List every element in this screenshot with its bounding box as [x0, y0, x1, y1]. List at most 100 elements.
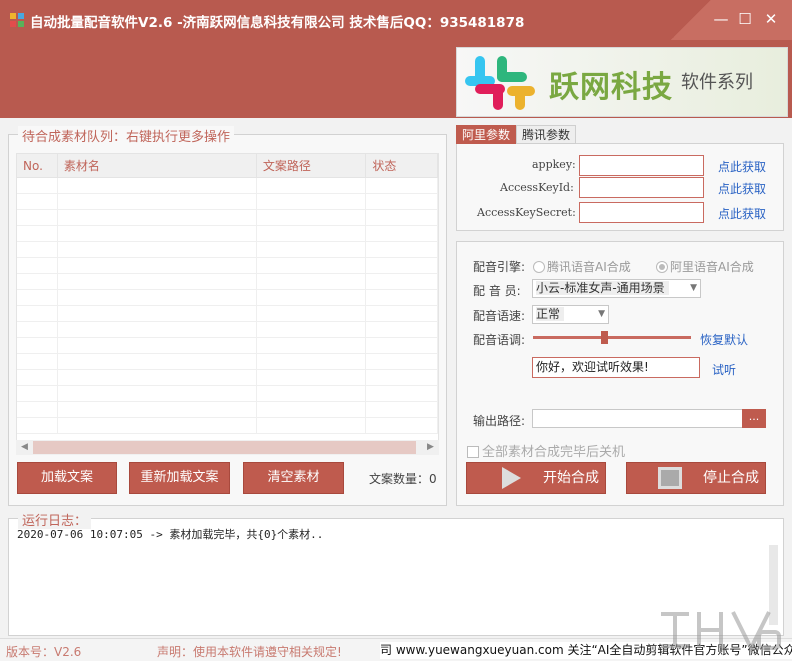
table-row[interactable] [17, 290, 438, 306]
speed-label: 配音语速: [473, 309, 526, 323]
table-row[interactable] [17, 258, 438, 274]
engine-option-tencent: 腾讯语音AI合成 [547, 260, 631, 274]
table-cell [17, 210, 58, 225]
access-key-secret-input[interactable] [579, 202, 704, 223]
table-cell [17, 226, 58, 241]
output-path-label: 输出路径: [473, 414, 526, 428]
table-cell [17, 354, 58, 369]
table-row[interactable] [17, 354, 438, 370]
browse-button[interactable]: ... [742, 409, 766, 428]
column-header-no[interactable]: No. [17, 154, 58, 177]
table-cell [257, 274, 367, 289]
table-cell [257, 370, 367, 385]
scroll-left-icon[interactable]: ◀ [21, 440, 28, 455]
access-key-secret-get-link[interactable]: 点此获取 [718, 205, 766, 222]
table-cell [257, 242, 367, 257]
table-cell [257, 194, 367, 209]
brand-banner: 跃网科技 软件系列 [456, 47, 788, 117]
load-script-button[interactable]: 加载文案 [17, 462, 117, 494]
table-row[interactable] [17, 418, 438, 434]
tab-tencent-params[interactable]: 腾讯参数 [516, 125, 577, 144]
reload-script-button[interactable]: 重新加载文案 [129, 462, 230, 494]
horizontal-scrollbar[interactable]: ◀ ▶ [16, 440, 439, 455]
preview-text-input[interactable]: 你好，欢迎试听效果! [532, 357, 700, 378]
table-cell [257, 418, 367, 433]
shutdown-label: 全部素材合成完毕后关机 [482, 445, 626, 460]
brand-name: 跃网科技 [549, 70, 673, 105]
scroll-right-icon[interactable]: ▶ [427, 440, 434, 455]
preview-link[interactable]: 试听 [712, 361, 736, 378]
appkey-input[interactable] [579, 155, 704, 176]
table-cell [58, 242, 257, 257]
table-cell [17, 306, 58, 321]
table-row[interactable] [17, 210, 438, 226]
close-button[interactable]: ✕ [762, 10, 780, 28]
table-cell [366, 242, 438, 257]
access-key-secret-label: AccessKeySecret: [477, 206, 576, 219]
maximize-button[interactable]: ☐ [736, 10, 754, 28]
access-key-id-input[interactable] [579, 177, 704, 198]
table-cell [58, 258, 257, 273]
table-row[interactable] [17, 370, 438, 386]
table-cell [257, 290, 367, 305]
reset-default-link[interactable]: 恢复默认 [700, 331, 748, 348]
table-row[interactable] [17, 306, 438, 322]
table-cell [257, 402, 367, 417]
table-row[interactable] [17, 402, 438, 418]
table-cell [366, 306, 438, 321]
table-row[interactable] [17, 386, 438, 402]
table-cell [17, 322, 58, 337]
table-cell [58, 274, 257, 289]
engine-label: 配音引擎: [473, 260, 526, 274]
minimize-button[interactable]: — [712, 10, 730, 28]
table-cell [257, 226, 367, 241]
table-cell [257, 178, 367, 193]
output-path-input[interactable] [532, 409, 743, 428]
column-header-name[interactable]: 素材名 [58, 154, 257, 177]
chevron-down-icon: ▼ [598, 309, 605, 319]
table-row[interactable] [17, 178, 438, 194]
start-synthesis-button[interactable]: 开始合成 [466, 462, 606, 494]
title-bar: 自动批量配音软件V2.6 -济南跃网信息科技有限公司 技术售后QQ：935481… [0, 0, 792, 118]
material-table[interactable]: No. 素材名 文案路径 状态 [16, 153, 439, 441]
table-cell [58, 306, 257, 321]
appkey-get-link[interactable]: 点此获取 [718, 158, 766, 175]
table-cell [17, 338, 58, 353]
table-cell [257, 338, 367, 353]
table-row[interactable] [17, 194, 438, 210]
column-header-path[interactable]: 文案路径 [257, 154, 367, 177]
stop-synthesis-button[interactable]: 停止合成 [626, 462, 766, 494]
table-cell [17, 242, 58, 257]
table-row[interactable] [17, 242, 438, 258]
table-row[interactable] [17, 274, 438, 290]
tab-ali-params[interactable]: 阿里参数 [456, 125, 517, 144]
brand-subtitle: 软件系列 [681, 72, 753, 93]
table-cell [17, 274, 58, 289]
access-key-id-get-link[interactable]: 点此获取 [718, 180, 766, 197]
table-cell [58, 402, 257, 417]
table-cell [257, 354, 367, 369]
voice-actor-select[interactable]: 小云-标准女声-通用场景 ▼ [532, 279, 701, 298]
table-cell [58, 322, 257, 337]
pitch-slider[interactable] [533, 336, 691, 339]
table-cell [17, 386, 58, 401]
engine-radio-ali[interactable]: 阿里语音AI合成 [656, 258, 754, 275]
pitch-slider-handle[interactable] [601, 331, 609, 344]
slack-style-logo-icon [465, 56, 535, 110]
voice-actor-label: 配 音 员: [473, 284, 521, 298]
table-row[interactable] [17, 322, 438, 338]
shutdown-checkbox[interactable]: 全部素材合成完毕后关机 [467, 441, 625, 460]
version-text: 版本号：V2.6 [6, 645, 82, 659]
engine-radio-tencent[interactable]: 腾讯语音AI合成 [533, 258, 631, 275]
table-cell [366, 178, 438, 193]
clear-material-button[interactable]: 清空素材 [243, 462, 344, 494]
table-cell [366, 386, 438, 401]
scroll-thumb[interactable] [33, 441, 416, 454]
table-cell [58, 226, 257, 241]
column-header-status[interactable]: 状态 [366, 154, 438, 177]
table-row[interactable] [17, 226, 438, 242]
table-cell [17, 370, 58, 385]
speed-select[interactable]: 正常 ▼ [532, 305, 609, 324]
start-label: 开始合成 [543, 470, 599, 486]
table-row[interactable] [17, 338, 438, 354]
